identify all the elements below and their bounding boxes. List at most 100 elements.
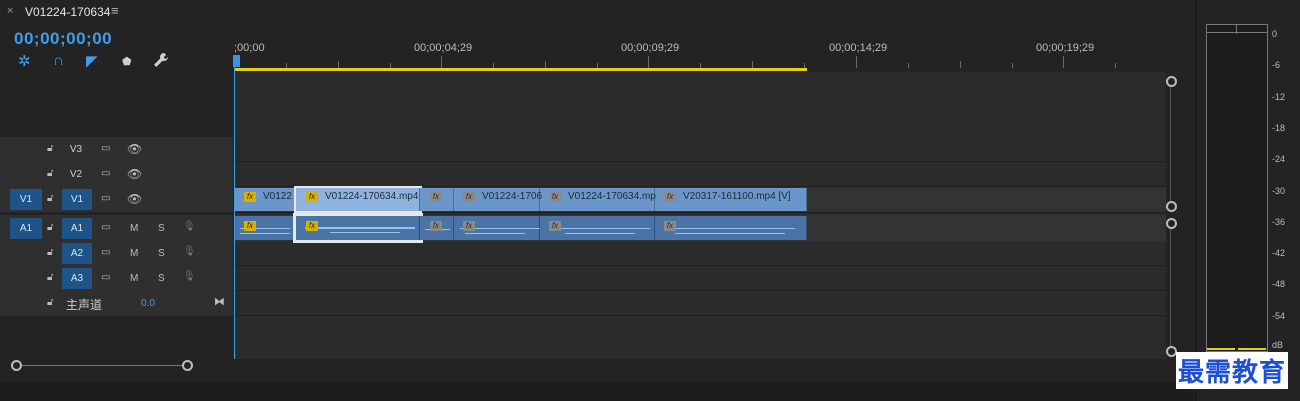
clip-name: V01224-170634.mp — [568, 191, 656, 202]
fx-badge: fx — [549, 221, 561, 231]
track-row-v2[interactable] — [234, 162, 1166, 187]
mute-button[interactable]: M — [130, 223, 138, 234]
track-label-a3[interactable]: A3 — [62, 268, 92, 289]
mute-button[interactable]: M — [130, 273, 138, 284]
meter-scale-label: -30 — [1272, 186, 1286, 196]
zoom-handle-right[interactable] — [182, 360, 193, 371]
fx-badge: fx — [463, 192, 475, 202]
solo-button[interactable]: S — [158, 248, 165, 259]
track-header-master — [0, 291, 233, 317]
wrench-icon[interactable] — [153, 52, 171, 70]
zoom-bar[interactable] — [16, 365, 188, 366]
go-to-end-icon[interactable]: ⧓ — [214, 295, 225, 308]
fx-badge: fx — [244, 221, 256, 231]
sync-lock-icon[interactable]: ▭ — [101, 168, 110, 179]
sync-lock-icon[interactable]: ▭ — [101, 222, 110, 233]
ruler-label: 00;00;04;29 — [414, 42, 473, 54]
add-marker-icon[interactable]: ◤ — [86, 52, 104, 70]
meter-scale-label: 0 — [1272, 29, 1278, 39]
microphone-icon[interactable]: 🎙︎ — [183, 246, 196, 257]
sync-lock-icon[interactable]: ▭ — [101, 143, 110, 154]
track-label-v1[interactable]: V1 — [62, 189, 92, 210]
fx-badge: fx — [430, 192, 442, 202]
source-patch-a1[interactable]: A1 — [10, 218, 42, 239]
track-label-v2[interactable]: V2 — [64, 169, 88, 180]
ruler-label: 00;00;09;29 — [621, 42, 680, 54]
track-row-a2[interactable] — [234, 241, 1166, 266]
close-tab-icon[interactable]: × — [7, 5, 13, 17]
master-volume-value[interactable]: 0.0 — [141, 298, 155, 309]
track-header-a3 — [0, 266, 233, 292]
panel-menu-icon[interactable]: ≡ — [111, 3, 119, 18]
eye-icon[interactable]: 👁︎ — [127, 192, 142, 206]
meter-scale-label: -24 — [1272, 154, 1286, 164]
mute-button[interactable]: M — [130, 248, 138, 259]
scroll-handle[interactable] — [1166, 218, 1177, 229]
playhead-line — [234, 66, 235, 359]
meter-scale-label: -6 — [1272, 60, 1281, 70]
linked-selection-icon[interactable]: ∩ — [53, 52, 71, 70]
lock-icon[interactable]: 🔓︎ — [47, 247, 53, 258]
scroll-handle[interactable] — [1166, 76, 1177, 87]
source-patch-v1[interactable]: V1 — [10, 189, 42, 210]
fx-badge: fx — [664, 221, 676, 231]
horizontal-scrollbar[interactable] — [0, 360, 1193, 372]
clip-name: V01224-1706 — [482, 191, 543, 202]
meter-peak-line — [1207, 32, 1267, 33]
audio-meter — [1206, 24, 1268, 352]
meter-scale-label: -42 — [1272, 248, 1286, 258]
lock-icon[interactable]: 🔓︎ — [47, 222, 53, 233]
microphone-icon[interactable]: 🎙︎ — [183, 271, 196, 282]
audio-waveform — [240, 227, 795, 234]
lock-icon[interactable]: 🔓︎ — [47, 168, 53, 179]
clip-name: V01224-170634.mp4 — [325, 191, 419, 202]
solo-button[interactable]: S — [158, 223, 165, 234]
meter-unit-label: dB — [1272, 340, 1284, 350]
fx-badge: fx — [306, 192, 318, 202]
sync-lock-icon[interactable]: ▭ — [101, 193, 110, 204]
meter-scale-label: -54 — [1272, 311, 1286, 321]
audio-scroll-track[interactable] — [1170, 226, 1171, 346]
track-row-a3[interactable] — [234, 266, 1166, 291]
track-header-v3 — [0, 137, 233, 163]
lock-icon[interactable]: 🔓︎ — [47, 193, 53, 204]
master-track-label: 主声道 — [66, 298, 103, 312]
playhead-timecode[interactable]: 00;00;00;00 — [14, 29, 112, 49]
meter-level-left — [1207, 348, 1235, 350]
track-header-v2 — [0, 162, 233, 188]
fx-badge: fx — [244, 192, 256, 202]
zoom-handle-left[interactable] — [11, 360, 22, 371]
fx-badge: fx — [306, 221, 318, 231]
scroll-handle[interactable] — [1166, 201, 1177, 212]
track-row-v3[interactable] — [234, 137, 1166, 162]
sync-lock-icon[interactable]: ▭ — [101, 247, 110, 258]
ruler-label: 00;00;19;29 — [1036, 42, 1095, 54]
lock-icon[interactable]: 🔓︎ — [47, 297, 53, 308]
eye-icon[interactable]: 👁︎ — [127, 142, 142, 156]
eye-icon[interactable]: 👁︎ — [127, 167, 142, 181]
meter-scale-label: -18 — [1272, 123, 1286, 133]
lock-icon[interactable]: 🔓︎ — [47, 272, 53, 283]
solo-button[interactable]: S — [158, 273, 165, 284]
fx-badge: fx — [463, 221, 475, 231]
work-area-bar[interactable] — [235, 68, 807, 71]
track-label-a1[interactable]: A1 — [62, 218, 92, 239]
fx-badge: fx — [549, 192, 561, 202]
track-row-master[interactable] — [234, 291, 1166, 316]
lock-icon[interactable]: 🔓︎ — [47, 143, 53, 154]
meter-divider — [1236, 24, 1237, 34]
track-header-a2 — [0, 241, 233, 267]
meter-scale-label: -36 — [1272, 217, 1286, 227]
fx-badge: fx — [664, 192, 676, 202]
video-scroll-track[interactable] — [1170, 84, 1171, 204]
meter-scale-label: -48 — [1272, 279, 1286, 289]
status-bar — [0, 383, 1193, 401]
sequence-tab-title[interactable]: V01224-170634 — [25, 5, 110, 19]
sync-lock-icon[interactable]: ▭ — [101, 272, 110, 283]
microphone-icon[interactable]: 🎙︎ — [183, 221, 196, 232]
marker-icon[interactable]: ⬟ — [122, 55, 140, 73]
ruler-label: ;00;00 — [234, 42, 265, 54]
snap-icon[interactable]: ✲ — [18, 52, 36, 70]
track-label-a2[interactable]: A2 — [62, 243, 92, 264]
track-label-v3[interactable]: V3 — [64, 144, 88, 155]
